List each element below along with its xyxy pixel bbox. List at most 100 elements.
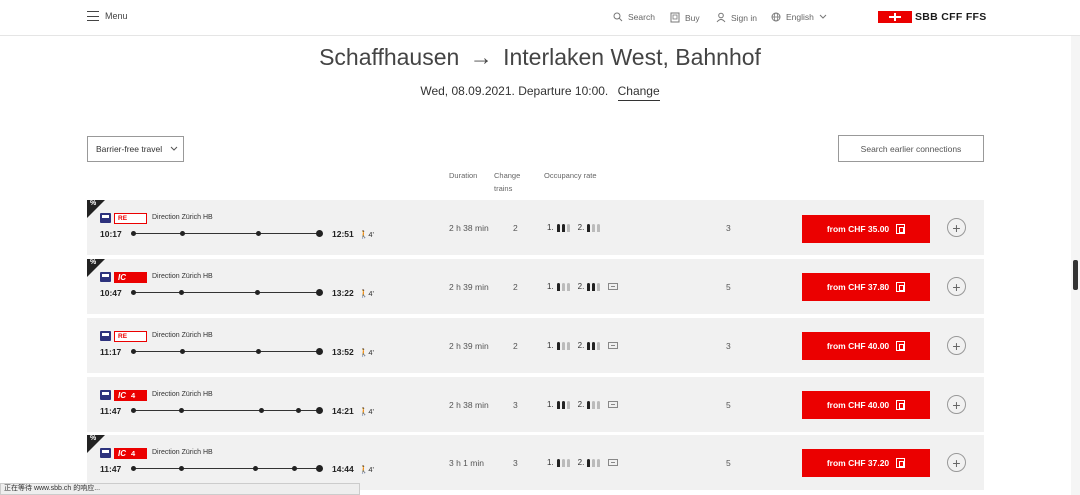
route-stop xyxy=(292,466,297,471)
chevron-down-icon xyxy=(170,146,178,151)
menu-label: Menu xyxy=(105,11,128,21)
sign-in-link[interactable]: Sign in xyxy=(716,12,757,23)
person-icon xyxy=(556,223,560,232)
buy-ticket-button[interactable]: from CHF 40.00 xyxy=(802,391,930,419)
buy-link[interactable]: Buy xyxy=(670,12,700,23)
person-icon xyxy=(556,282,560,291)
walk-time: 🚶4' xyxy=(359,465,374,474)
walk-minutes: 4' xyxy=(368,230,374,239)
connection-row[interactable]: RE Direction Zürich HB 11:17 13:52 🚶4' 2… xyxy=(87,318,984,373)
class-1-label: 1. xyxy=(547,458,554,467)
expand-details-button[interactable]: + xyxy=(947,453,966,472)
sbb-logo-text: SBB CFF FFS xyxy=(915,11,987,23)
origin-station: Schaffhausen xyxy=(319,44,460,70)
person-icon xyxy=(597,282,601,291)
walk-minutes: 4' xyxy=(368,465,374,474)
globe-icon xyxy=(771,12,781,22)
person-icon xyxy=(597,400,601,409)
train-line-number: 4 xyxy=(131,449,136,458)
person-icon xyxy=(592,223,596,232)
class-2-label: 2. xyxy=(577,341,585,350)
route-stop xyxy=(255,290,260,295)
occupancy-indicator: 1. 2. xyxy=(547,341,601,350)
buy-ticket-button[interactable]: from CHF 37.80 xyxy=(802,273,930,301)
hamburger-icon xyxy=(87,11,99,21)
expand-details-button[interactable]: + xyxy=(947,277,966,296)
occupancy-indicator: 1. 2. xyxy=(547,400,601,409)
train-type-badge: RE xyxy=(114,331,147,342)
connection-row[interactable]: % RE Direction Zürich HB 10:17 12:51 🚶4'… xyxy=(87,200,984,255)
train-icon xyxy=(100,448,111,458)
route-line xyxy=(134,292,320,293)
route-stop xyxy=(316,230,323,237)
sign-in-label: Sign in xyxy=(731,12,757,23)
person-icon xyxy=(561,458,565,467)
buy-ticket-button[interactable]: from CHF 35.00 xyxy=(802,215,930,243)
route-stop xyxy=(131,231,136,236)
person-icon xyxy=(556,458,560,467)
connection-row[interactable]: % IC Direction Zürich HB 10:47 13:22 🚶4'… xyxy=(87,259,984,314)
expand-details-button[interactable]: + xyxy=(947,336,966,355)
price-label: from CHF 37.20 xyxy=(826,458,890,468)
duration: 3 h 1 min xyxy=(449,458,484,468)
walk-time: 🚶4' xyxy=(359,289,374,298)
buy-label: Buy xyxy=(685,12,700,23)
search-link[interactable]: Search xyxy=(613,12,655,22)
page-scrollbar[interactable] xyxy=(1071,36,1080,495)
train-icon xyxy=(100,390,111,400)
arrival-time: 13:52 xyxy=(332,347,354,357)
route-stop xyxy=(316,465,323,472)
connection-row[interactable]: IC 4 Direction Zürich HB 11:47 14:21 🚶4' … xyxy=(87,377,984,432)
scrollbar-thumb[interactable] xyxy=(1073,260,1078,290)
train-direction: Direction Zürich HB xyxy=(152,391,213,398)
person-icon xyxy=(587,458,591,467)
person-icon xyxy=(592,400,596,409)
person-icon xyxy=(587,282,591,291)
sbb-logo[interactable]: SBB CFF FFS xyxy=(878,11,987,23)
person-icon xyxy=(592,458,596,467)
connection-row[interactable]: % IC 4 Direction Zürich HB 11:47 14:44 🚶4… xyxy=(87,435,984,490)
buy-ticket-button[interactable]: from CHF 40.00 xyxy=(802,332,930,360)
route-stop xyxy=(256,349,261,354)
change-count: 3 xyxy=(513,400,518,410)
walk-minutes: 4' xyxy=(368,348,374,357)
walk-time: 🚶4' xyxy=(359,407,374,416)
destination-station: Interlaken West, Bahnhof xyxy=(503,44,761,70)
class-2-label: 2. xyxy=(577,458,585,467)
search-label: Search xyxy=(628,12,655,22)
route-stop xyxy=(131,466,136,471)
departure-time: 11:47 xyxy=(100,464,122,474)
ticket-icon xyxy=(896,400,906,410)
route-stop xyxy=(179,466,184,471)
person-icon xyxy=(561,282,565,291)
train-type-label: IC xyxy=(118,391,126,400)
person-icon xyxy=(566,400,570,409)
person-icon xyxy=(566,223,570,232)
class-1-label: 1. xyxy=(547,282,554,291)
menu-button[interactable]: Menu xyxy=(87,11,128,21)
route-stop xyxy=(179,290,184,295)
price-label: from CHF 40.00 xyxy=(826,400,890,410)
train-icon xyxy=(100,331,111,341)
train-type-badge: IC 4 xyxy=(114,448,147,459)
barrier-free-travel-dropdown[interactable]: Barrier-free travel xyxy=(87,136,184,162)
expand-details-button[interactable]: + xyxy=(947,218,966,237)
duration: 2 h 38 min xyxy=(449,223,489,233)
train-icon xyxy=(100,272,111,282)
change-link[interactable]: Change xyxy=(617,84,660,101)
arrival-time: 13:22 xyxy=(332,288,354,298)
ticket-icon xyxy=(896,341,906,351)
search-earlier-connections-button[interactable]: Search earlier connections xyxy=(838,135,984,162)
buy-ticket-button[interactable]: from CHF 37.20 xyxy=(802,449,930,477)
language-selector[interactable]: English xyxy=(771,12,827,22)
barrier-free-label: Barrier-free travel xyxy=(96,144,163,154)
route-stop xyxy=(180,231,185,236)
top-navigation-bar: Menu Search Buy Sign in English SBB CFF … xyxy=(0,0,1080,36)
ticket-icon xyxy=(670,12,680,23)
platform: 5 xyxy=(726,458,731,468)
change-count: 2 xyxy=(513,341,518,351)
sbb-logo-mark xyxy=(878,11,912,23)
expand-details-button[interactable]: + xyxy=(947,395,966,414)
price-label: from CHF 40.00 xyxy=(826,341,890,351)
image-icon xyxy=(608,342,618,349)
